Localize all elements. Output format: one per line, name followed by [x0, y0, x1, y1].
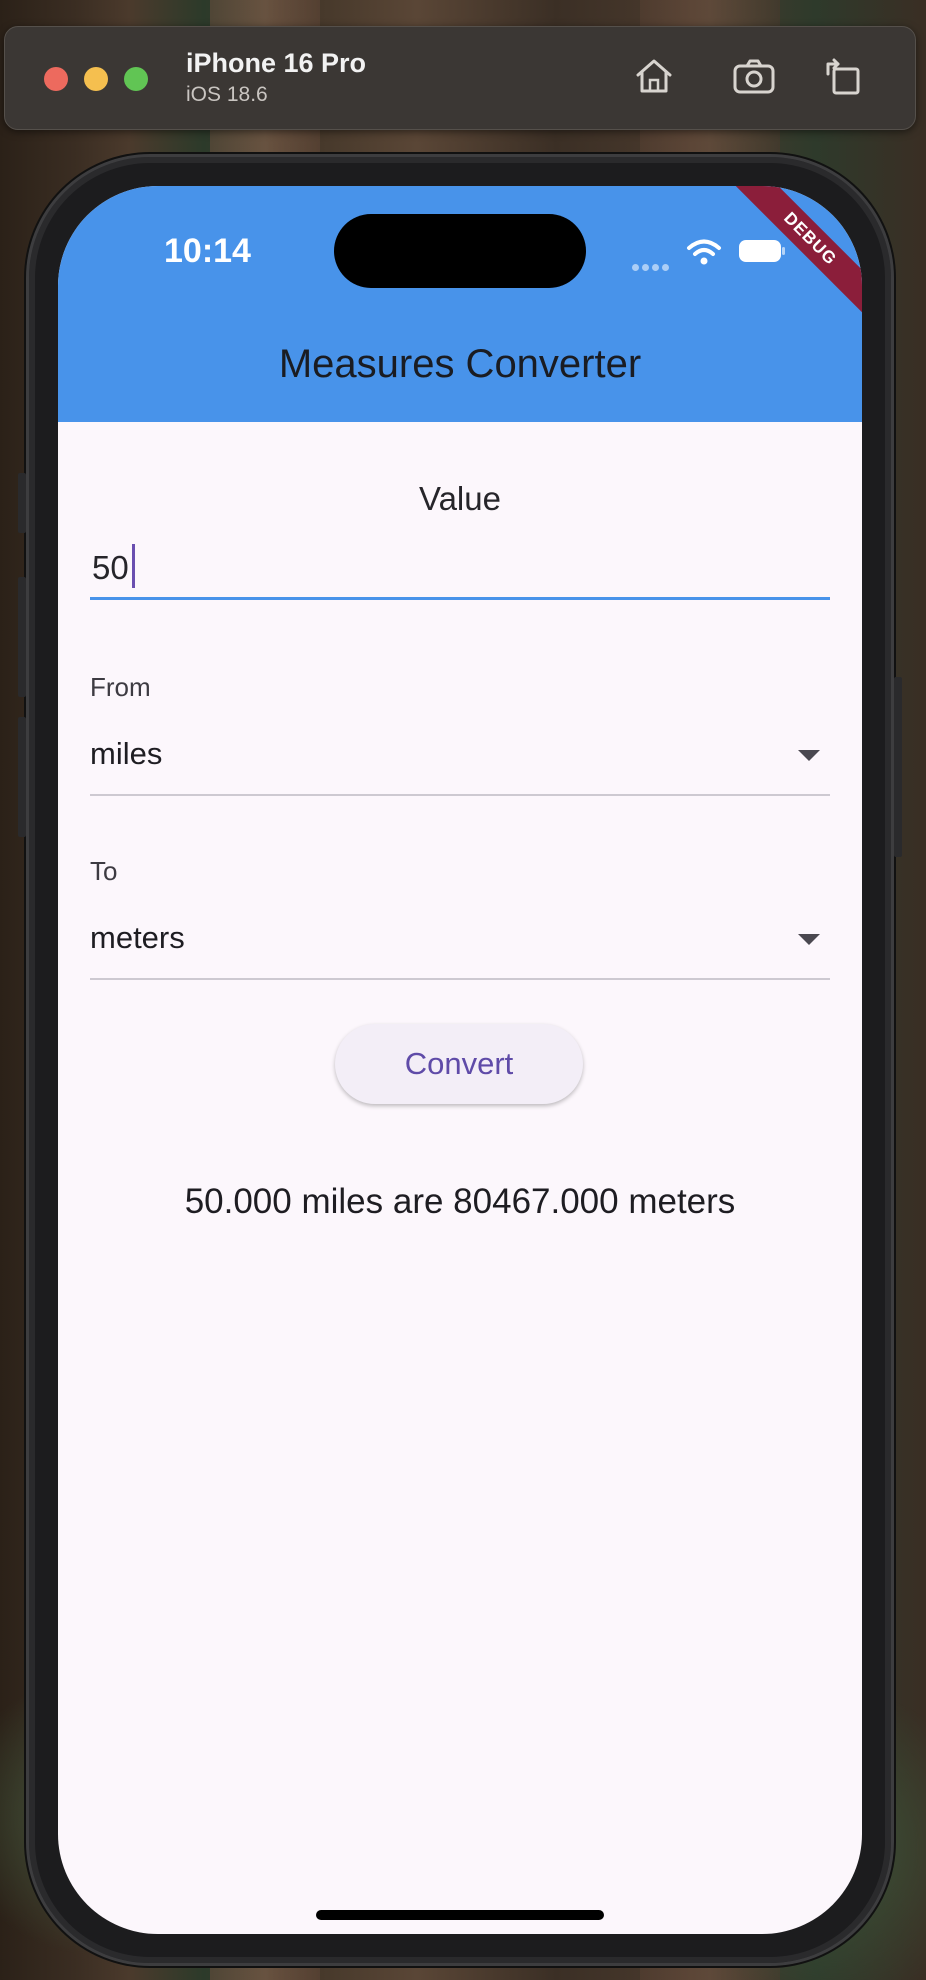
chevron-down-icon: [798, 750, 820, 761]
home-indicator[interactable]: [316, 1910, 604, 1920]
dynamic-island: [334, 214, 586, 288]
cellular-signal-icon: [632, 258, 672, 271]
phone-side-button: [18, 717, 26, 837]
text-cursor: [132, 544, 135, 588]
to-unit-value: meters: [90, 920, 185, 955]
device-name: iPhone 16 Pro: [186, 48, 367, 78]
to-label: To: [90, 856, 118, 886]
battery-icon: [738, 238, 786, 264]
screenshot-camera-icon[interactable]: [732, 56, 776, 96]
app-bar: 10:14 DEBUG Measures Converter: [58, 186, 862, 422]
window-minimize-button[interactable]: [84, 67, 108, 91]
convert-button[interactable]: Convert: [335, 1024, 583, 1104]
wifi-icon: [686, 238, 722, 266]
rotate-icon[interactable]: [822, 56, 866, 96]
conversion-result: 50.000 miles are 80467.000 meters: [184, 1182, 736, 1221]
to-unit-dropdown[interactable]: meters: [90, 914, 830, 980]
phone-side-button: [894, 677, 902, 857]
from-label: From: [90, 672, 151, 702]
phone-side-button: [18, 473, 26, 533]
window-close-button[interactable]: [44, 67, 68, 91]
device-os-version: iOS 18.6: [186, 83, 268, 106]
status-time: 10:14: [164, 232, 251, 270]
phone-screen: 10:14 DEBUG Measures Converter Value Fro…: [58, 186, 862, 1934]
from-unit-dropdown[interactable]: miles: [90, 730, 830, 796]
value-label: Value: [419, 480, 501, 517]
value-input[interactable]: [90, 538, 830, 600]
phone-side-button: [18, 577, 26, 697]
window-zoom-button[interactable]: [124, 67, 148, 91]
from-unit-value: miles: [90, 736, 163, 771]
page-title: Measures Converter: [278, 342, 642, 386]
chevron-down-icon: [798, 934, 820, 945]
home-icon[interactable]: [632, 56, 676, 96]
